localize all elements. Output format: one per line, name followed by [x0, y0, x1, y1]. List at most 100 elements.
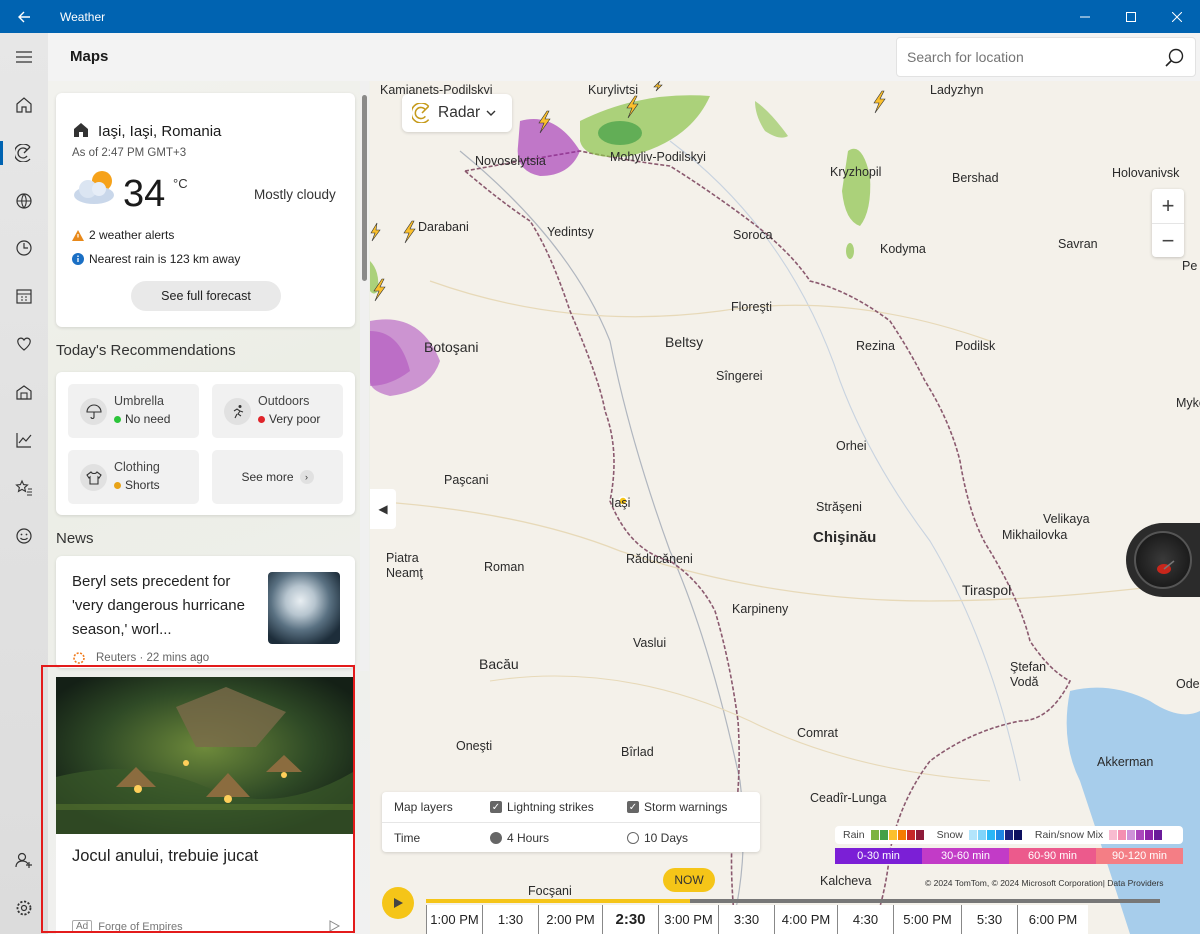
timeline-tick[interactable]: 3:00 PM: [658, 905, 718, 934]
lightning-checkbox[interactable]: ✓ Lightning strikes: [490, 800, 594, 814]
home-location-icon: [74, 123, 88, 137]
health-icon[interactable]: [0, 324, 48, 364]
shirt-icon: [80, 464, 107, 491]
city-label: Ştefan: [1010, 660, 1047, 674]
chevron-down-icon: [486, 110, 496, 116]
city-label: Podilsk: [955, 339, 996, 353]
city-label: Mikhailovka: [1002, 528, 1068, 542]
city-label: Velikaya: [1043, 512, 1090, 526]
rec-clothing[interactable]: Clothing Shorts: [68, 450, 199, 504]
legend-swatch: [1109, 830, 1118, 840]
home-icon[interactable]: [0, 85, 48, 125]
city-label: Savran: [1058, 237, 1098, 251]
see-full-forecast-button[interactable]: See full forecast: [131, 281, 281, 311]
see-more-button[interactable]: See more ›: [212, 450, 343, 504]
back-arrow-icon[interactable]: [0, 0, 48, 33]
timeline-tick[interactable]: 2:30: [602, 905, 658, 934]
favorites-icon[interactable]: [0, 468, 48, 508]
timeline-tick[interactable]: 5:00 PM: [893, 905, 961, 934]
rec-outdoors[interactable]: Outdoors Very poor: [212, 384, 343, 438]
city-label: Ceadîr-Lunga: [810, 791, 887, 805]
recommendations-card: Umbrella No need Outdoors Very poor Clot…: [56, 372, 355, 515]
weather-alerts[interactable]: 2 weather alerts: [72, 228, 174, 242]
search-icon[interactable]: [1163, 47, 1185, 69]
ad-title[interactable]: Jocul anului, trebuie jucat: [72, 847, 258, 866]
timeline-tick[interactable]: 4:00 PM: [774, 905, 837, 934]
hamburger-menu-icon[interactable]: [0, 37, 48, 77]
legend-swatch: [1127, 830, 1136, 840]
radar-layer-dropdown[interactable]: Radar: [402, 94, 512, 132]
rec-value: Very poor: [269, 412, 321, 426]
calendar-icon[interactable]: [0, 276, 48, 316]
minimize-button[interactable]: [1062, 0, 1108, 33]
radar-icon[interactable]: [0, 133, 48, 173]
rec-label: Clothing: [114, 460, 160, 474]
legend-swatch: [906, 830, 915, 840]
radar-timeline: NOW 1:00 PM 1:30 2:00 PM 2:30 3:00 PM 3:30 4:0…: [370, 868, 1200, 934]
maximize-button[interactable]: [1108, 0, 1154, 33]
storm-checkbox[interactable]: ✓ Storm warnings: [627, 800, 727, 814]
smiley-icon[interactable]: [0, 516, 48, 556]
life-icon[interactable]: [0, 372, 48, 412]
rec-umbrella[interactable]: Umbrella No need: [68, 384, 199, 438]
timeline-tick[interactable]: 3:30: [718, 905, 774, 934]
timeline-tick[interactable]: 1:30: [482, 905, 538, 934]
timeline-tick[interactable]: 2:00 PM: [538, 905, 602, 934]
news-card[interactable]: Beryl sets precedent for 'very dangerous…: [56, 556, 355, 668]
status-dot: [114, 481, 121, 489]
ten-days-radio[interactable]: 10 Days: [627, 831, 688, 845]
timeline-progress: [426, 899, 691, 903]
timeline-tick[interactable]: 1:00 PM: [426, 905, 482, 934]
city-label: Vodă: [1010, 675, 1039, 689]
radar-icon: [412, 103, 430, 123]
play-button[interactable]: [382, 887, 414, 919]
add-user-icon[interactable]: [0, 840, 48, 880]
city-label: Yedintsy: [547, 225, 594, 239]
current-weather-card[interactable]: Iaşi, Iaşi, Romania As of 2:47 PM GMT+3 …: [56, 93, 355, 327]
clock-icon[interactable]: [0, 228, 48, 268]
timeline-track[interactable]: [426, 899, 1160, 903]
city-label: Soroca: [733, 228, 773, 242]
running-person-icon: [224, 398, 251, 425]
precip-legend: Rain Snow Rain/snow Mix 0-30 min 30-60 mi…: [835, 826, 1183, 866]
scroll-thumb[interactable]: [362, 95, 367, 281]
snow-swatches: [968, 830, 1023, 840]
timeline-tick[interactable]: 6:00 PM: [1017, 905, 1088, 934]
collapse-panel-button[interactable]: ◀: [370, 489, 396, 529]
umbrella-icon: [80, 398, 107, 425]
four-hours-radio[interactable]: 4 Hours: [490, 831, 549, 845]
now-badge[interactable]: NOW: [663, 868, 715, 892]
city-label: Paşcani: [444, 473, 489, 487]
panel-scrollbar[interactable]: [360, 81, 369, 671]
city-label: Orhei: [836, 439, 867, 453]
city-label: Oneşti: [456, 739, 493, 753]
search-input[interactable]: [907, 49, 1147, 65]
legend-swatch: [1154, 830, 1163, 840]
hurricane-thumbnail[interactable]: [268, 572, 340, 644]
zoom-in-button[interactable]: +: [1152, 189, 1184, 223]
city-label: Rezina: [856, 339, 895, 353]
ad-choices-icon[interactable]: [328, 920, 340, 932]
news-headline[interactable]: Beryl sets precedent for 'very dangerous…: [72, 570, 260, 642]
timeline-tick[interactable]: 5:30: [961, 905, 1017, 934]
trends-icon[interactable]: [0, 420, 48, 460]
timeline-tick[interactable]: 4:30: [837, 905, 893, 934]
location-search[interactable]: [896, 37, 1196, 77]
legend-band: 30-60 min: [922, 848, 1009, 864]
close-button[interactable]: [1154, 0, 1200, 33]
zoom-out-button[interactable]: −: [1152, 223, 1184, 257]
city-label: Tiraspol: [962, 582, 1012, 598]
play-icon: [394, 898, 403, 908]
weather-map[interactable]: Kamianets-Podilskyi Kurylivtsi Ladyzhyn Nov…: [370, 81, 1200, 934]
city-label: Ladyzhyn: [930, 83, 984, 97]
zoom-controls: + −: [1152, 189, 1184, 257]
compass-widget[interactable]: [1126, 523, 1200, 597]
ad-image[interactable]: [56, 677, 353, 834]
settings-gear-icon[interactable]: [0, 888, 48, 928]
lightning-label: Lightning strikes: [507, 800, 594, 814]
legend-band: 60-90 min: [1009, 848, 1096, 864]
globe-icon[interactable]: [0, 181, 48, 221]
city-label: Akkerman: [1097, 755, 1154, 769]
time-label: Time: [394, 830, 421, 845]
ad-card[interactable]: Jocul anului, trebuie jucat Ad Forge of …: [56, 677, 353, 934]
